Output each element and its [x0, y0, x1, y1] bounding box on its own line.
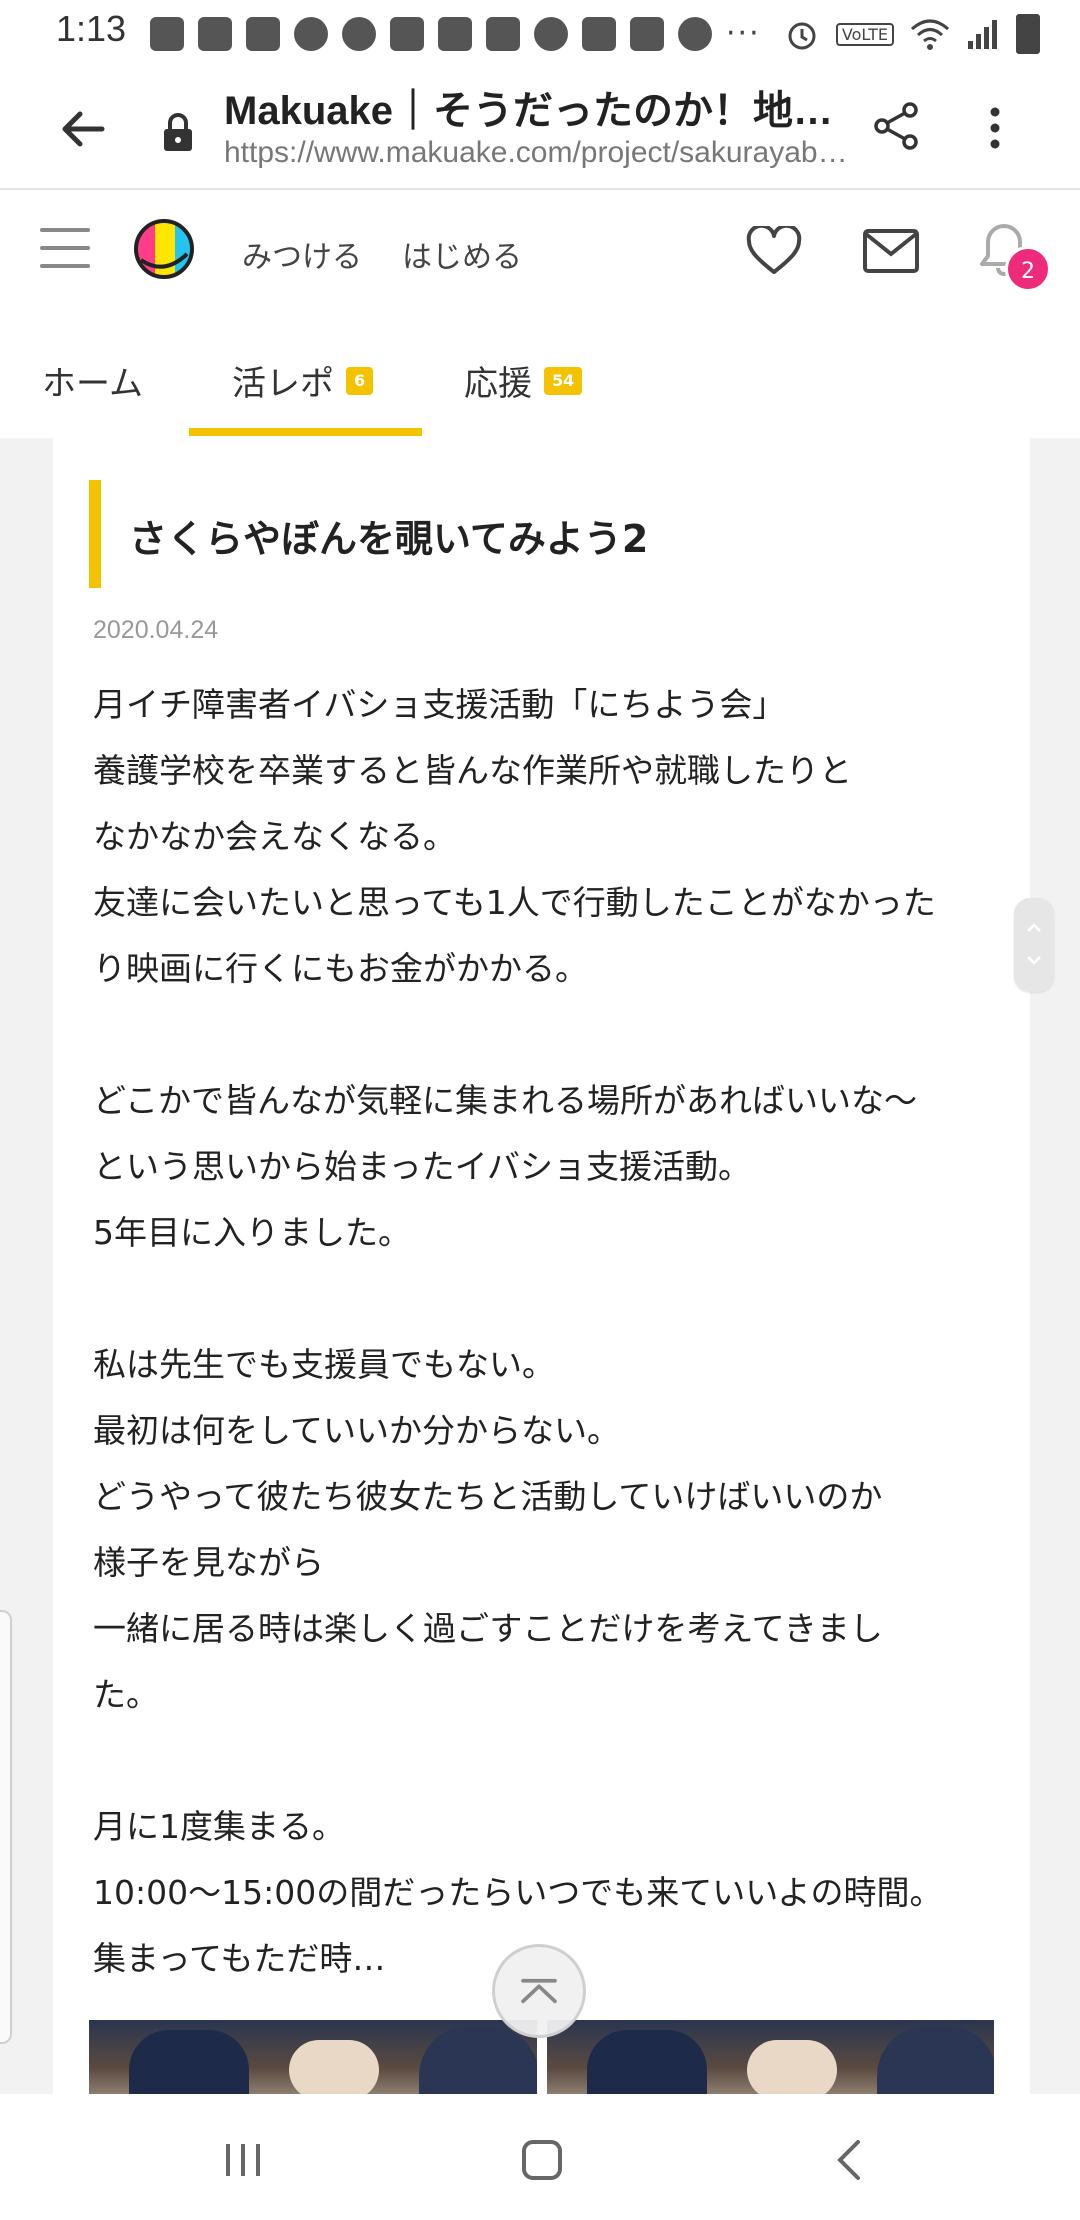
- post-date: 2020.04.24: [93, 616, 219, 644]
- report-photo[interactable]: [546, 2020, 994, 2094]
- body-line: 養護学校を卒業すると皆んな作業所や就職したりと: [93, 751, 852, 790]
- overflow-dots: ···: [726, 16, 761, 51]
- body-line: 10:00～15:00の間だったらいつでも来ていいよの時間。: [93, 1873, 943, 1912]
- nav-start[interactable]: はじめる: [402, 232, 522, 276]
- alarm-icon: [788, 22, 816, 50]
- body-line: 5年目に入りました。: [93, 1213, 411, 1252]
- mail-icon[interactable]: [862, 228, 920, 274]
- body-line: た。: [93, 1675, 159, 1714]
- body-line: どこかで皆んなが気軽に集まれる場所があればいいな～: [93, 1081, 918, 1120]
- page-url[interactable]: https://www.makuake.com/project/sakuraya…: [224, 136, 864, 170]
- volte-indicator: VoLTE: [835, 22, 894, 46]
- home-icon[interactable]: [520, 2138, 564, 2182]
- more-options-icon[interactable]: [975, 102, 1015, 154]
- body-line: 月に1度集まる。: [93, 1807, 345, 1846]
- notification-icons: ···: [150, 16, 761, 51]
- project-tabs: ホーム 活レポ 6 応援 54: [0, 312, 1080, 438]
- jimoty-icon: [438, 16, 472, 51]
- body-line: という思いから始まったイバショ支援活動。: [93, 1147, 752, 1186]
- title-accent-bar: [89, 480, 101, 588]
- system-status: VoLTE: [784, 14, 1040, 54]
- clock-icon: [630, 16, 664, 51]
- browser-toolbar: Makuake｜そうだったのか！地… https://www.makuake.c…: [0, 66, 1080, 190]
- body-line: 最初は何をしていいか分からない。: [93, 1411, 621, 1450]
- app-icon: [294, 16, 328, 51]
- report-card: さくらやぼんを覗いてみよう2 2020.04.24 月イチ障害者イバショ支援活動…: [53, 438, 1030, 2094]
- tab-count-badge: 6: [346, 366, 374, 395]
- body-line: 私は先生でも支援員でもない。: [93, 1345, 555, 1384]
- status-time: 1:13: [56, 8, 127, 49]
- d-app-icon: [582, 16, 616, 51]
- heart-icon[interactable]: [746, 226, 802, 276]
- active-tab-indicator: [189, 428, 422, 436]
- tab-label: 活レポ: [232, 364, 334, 404]
- body-line: どうやって彼たち彼女たちと活動していけばいいのか: [93, 1477, 883, 1516]
- body-line: 友達に会いたいと思っても1人で行動したことがなかった: [93, 883, 936, 922]
- page-title[interactable]: Makuake｜そうだったのか！地…: [224, 78, 864, 136]
- tab-home[interactable]: ホーム: [42, 356, 143, 405]
- battery-icon: [1016, 14, 1040, 54]
- signal-icon: [968, 20, 997, 49]
- tab-label: ホーム: [42, 364, 143, 404]
- body-line: 様子を見ながら: [93, 1543, 324, 1582]
- site-header: みつける はじめる 2: [0, 190, 1080, 314]
- body-line: [93, 1728, 1013, 1794]
- report-photo[interactable]: [89, 2020, 537, 2094]
- youtube-icon: [150, 16, 184, 51]
- app-icon: [534, 16, 568, 51]
- tab-activity-report[interactable]: 活レポ 6: [232, 356, 374, 405]
- body-line: 一緒に居る時は楽しく過ごすことだけを考えてきまし: [93, 1609, 883, 1648]
- makuake-logo[interactable]: [133, 218, 195, 280]
- recent-apps-icon[interactable]: [222, 2140, 264, 2180]
- post-body: 月イチ障害者イバショ支援活動「にちよう会」 養護学校を卒業すると皆んな作業所や就…: [93, 672, 1013, 1992]
- jimoty-icon: [390, 16, 424, 51]
- edge-panel-handle[interactable]: [0, 1610, 12, 2044]
- body-line: [93, 1266, 1013, 1332]
- scroll-handle[interactable]: [1014, 898, 1054, 992]
- back-arrow-icon[interactable]: [58, 104, 108, 154]
- tab-support[interactable]: 応援 54: [464, 356, 583, 405]
- gallery-icon: [198, 16, 232, 51]
- scroll-to-top-button[interactable]: [492, 1944, 586, 2038]
- notification-badge[interactable]: 2: [1005, 246, 1051, 292]
- gallery-icon: [246, 16, 280, 51]
- tab-count-badge: 54: [544, 366, 583, 395]
- share-icon[interactable]: [870, 100, 922, 152]
- body-line: 月イチ障害者イバショ支援活動「にちよう会」: [93, 685, 786, 724]
- wifi-icon: [911, 19, 949, 50]
- yahoo-icon: [486, 16, 520, 51]
- back-icon[interactable]: [832, 2138, 864, 2182]
- body-line: り映画に行くにもお金がかかる。: [93, 949, 588, 988]
- chevron-up-icon: [1027, 923, 1041, 932]
- instagram-icon: [342, 16, 376, 51]
- nav-find[interactable]: みつける: [242, 232, 362, 276]
- system-navigation-bar: [0, 2094, 1080, 2220]
- menu-icon[interactable]: [40, 228, 90, 268]
- chevron-down-icon: [1027, 956, 1041, 965]
- body-line: [93, 1002, 1013, 1068]
- post-title: さくらやぼんを覗いてみよう2: [129, 517, 649, 561]
- lock-icon[interactable]: [160, 112, 196, 152]
- body-line: なかなか会えなくなる。: [93, 817, 456, 856]
- status-bar: 1:13 ··· VoLTE: [0, 0, 1080, 66]
- alert-icon: [678, 16, 712, 51]
- tab-label: 応援: [464, 364, 532, 404]
